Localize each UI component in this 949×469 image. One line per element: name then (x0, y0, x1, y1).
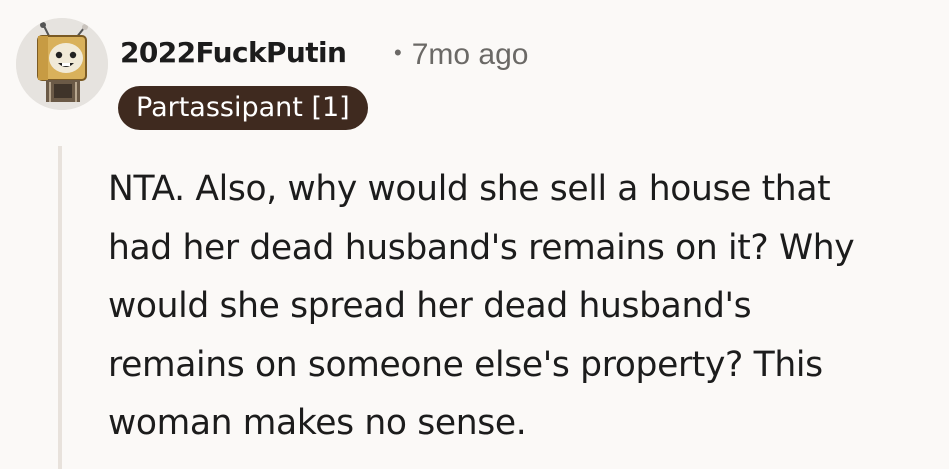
comment-body-line: had her dead husband's remains on it? Wh… (108, 227, 855, 268)
meta-separator: • (394, 40, 402, 65)
thread-line[interactable] (58, 146, 62, 469)
robot-box-avatar-icon (16, 18, 108, 110)
comment-meta: • 7mo ago (394, 38, 528, 72)
comment: 2022FuckPutin • 7mo ago Partassipant [1] … (0, 0, 949, 469)
comment-body-line: NTA. Also, why would she sell a house th… (108, 169, 831, 209)
comment-body-line: remains on someone else's property? This (108, 344, 823, 385)
user-flair-badge: Partassipant [1] (118, 86, 368, 130)
user-avatar[interactable] (16, 18, 108, 110)
timestamp[interactable]: 7mo ago (412, 38, 529, 71)
comment-body: NTA. Also, why would she sell a house th… (108, 160, 938, 453)
username[interactable]: 2022FuckPutin (120, 36, 347, 69)
comment-body-line: would she spread her dead husband's (108, 286, 752, 326)
comment-body-line: woman makes no sense. (108, 403, 527, 443)
